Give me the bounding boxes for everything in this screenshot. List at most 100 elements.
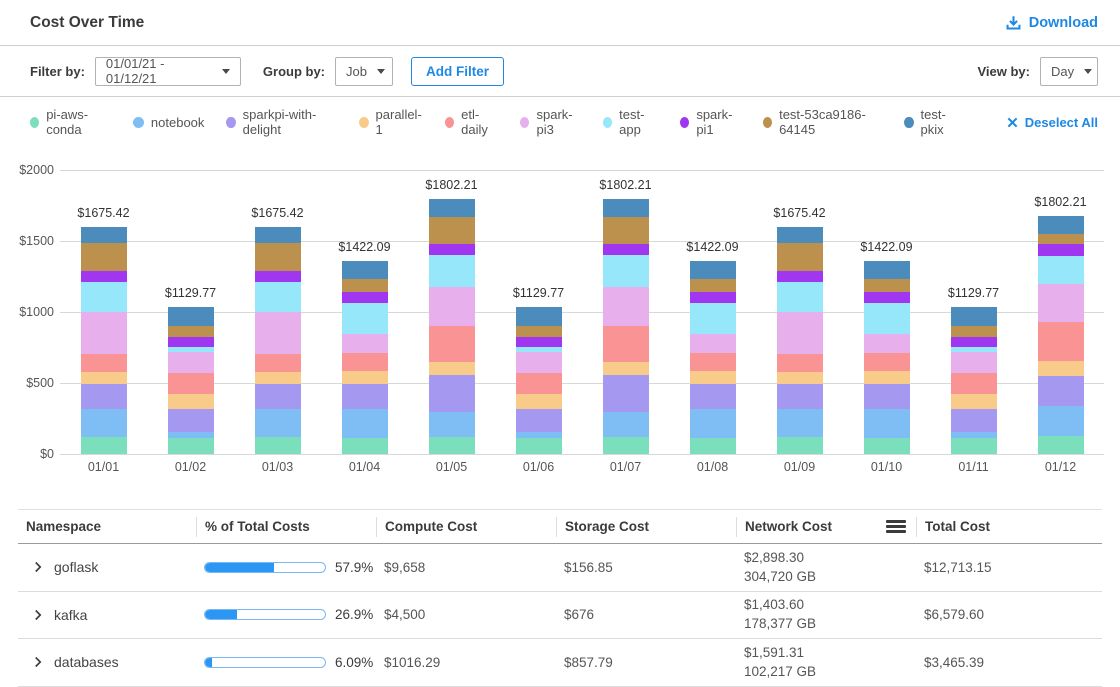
bar-segment-pi-aws-conda[interactable] bbox=[516, 438, 562, 454]
bar-segment-parallel-1[interactable] bbox=[81, 372, 127, 384]
bar-segment-notebook[interactable] bbox=[864, 409, 910, 438]
bar-segment-sparkpi-with-delight[interactable] bbox=[516, 409, 562, 432]
bar-segment-spark-pi3[interactable] bbox=[516, 352, 562, 373]
bar-segment-parallel-1[interactable] bbox=[951, 394, 997, 409]
legend-item[interactable]: etl-daily bbox=[445, 107, 498, 137]
legend-item[interactable]: test-app bbox=[603, 107, 658, 137]
stacked-bar[interactable] bbox=[603, 199, 649, 454]
bar-segment-spark-pi1[interactable] bbox=[1038, 244, 1084, 256]
bar-segment-spark-pi1[interactable] bbox=[168, 337, 214, 347]
bar-segment-spark-pi3[interactable] bbox=[951, 352, 997, 373]
bar-segment-pi-aws-conda[interactable] bbox=[429, 437, 475, 454]
bar-segment-sparkpi-with-delight[interactable] bbox=[342, 384, 388, 409]
date-range-select[interactable]: 01/01/21 - 01/12/21 bbox=[95, 57, 241, 86]
bar-segment-test-app[interactable] bbox=[603, 255, 649, 287]
bar-segment-spark-pi3[interactable] bbox=[1038, 284, 1084, 322]
stacked-bar[interactable] bbox=[516, 307, 562, 454]
bar-segment-test-pkix[interactable] bbox=[255, 227, 301, 244]
bar-segment-spark-pi3[interactable] bbox=[429, 287, 475, 326]
bar-segment-pi-aws-conda[interactable] bbox=[690, 438, 736, 454]
bar-segment-spark-pi3[interactable] bbox=[777, 312, 823, 354]
bar-segment-parallel-1[interactable] bbox=[603, 362, 649, 375]
bar-segment-spark-pi1[interactable] bbox=[864, 292, 910, 303]
stacked-bar[interactable] bbox=[255, 227, 301, 454]
bar-segment-pi-aws-conda[interactable] bbox=[255, 437, 301, 454]
bar-segment-test-app[interactable] bbox=[864, 303, 910, 334]
bar-segment-test-53ca9186-64145[interactable] bbox=[168, 326, 214, 337]
bar-segment-sparkpi-with-delight[interactable] bbox=[255, 384, 301, 410]
bar-segment-spark-pi3[interactable] bbox=[168, 352, 214, 373]
bar-segment-notebook[interactable] bbox=[342, 409, 388, 438]
bar-segment-spark-pi1[interactable] bbox=[81, 271, 127, 282]
bar-segment-parallel-1[interactable] bbox=[342, 371, 388, 384]
bar-segment-notebook[interactable] bbox=[603, 412, 649, 437]
bar-segment-test-pkix[interactable] bbox=[777, 227, 823, 244]
bar-segment-sparkpi-with-delight[interactable] bbox=[1038, 376, 1084, 406]
bar-segment-parallel-1[interactable] bbox=[777, 372, 823, 384]
legend-item[interactable]: notebook bbox=[133, 115, 205, 130]
bar-segment-etl-daily[interactable] bbox=[255, 354, 301, 372]
view-by-select[interactable]: Day bbox=[1040, 57, 1098, 86]
stacked-bar[interactable] bbox=[777, 227, 823, 454]
bar-segment-etl-daily[interactable] bbox=[429, 326, 475, 362]
bar-segment-test-53ca9186-64145[interactable] bbox=[81, 243, 127, 271]
deselect-all-button[interactable]: Deselect All bbox=[1007, 115, 1098, 130]
bar-segment-etl-daily[interactable] bbox=[516, 373, 562, 394]
bar-segment-pi-aws-conda[interactable] bbox=[864, 438, 910, 454]
bar-segment-sparkpi-with-delight[interactable] bbox=[168, 409, 214, 432]
bar-segment-test-pkix[interactable] bbox=[342, 261, 388, 279]
bar-segment-test-app[interactable] bbox=[1038, 256, 1084, 284]
expand-row-button[interactable] bbox=[32, 609, 44, 621]
bar-segment-parallel-1[interactable] bbox=[168, 394, 214, 409]
bar-segment-spark-pi1[interactable] bbox=[255, 271, 301, 282]
bar-segment-spark-pi1[interactable] bbox=[429, 244, 475, 255]
legend-item[interactable]: test-pkix bbox=[904, 107, 960, 137]
bar-segment-parallel-1[interactable] bbox=[516, 394, 562, 409]
stacked-bar[interactable] bbox=[864, 261, 910, 454]
bar-segment-notebook[interactable] bbox=[429, 412, 475, 437]
bar-segment-spark-pi3[interactable] bbox=[342, 334, 388, 353]
bar-segment-test-53ca9186-64145[interactable] bbox=[255, 243, 301, 271]
bar-segment-test-pkix[interactable] bbox=[81, 227, 127, 244]
bar-segment-notebook[interactable] bbox=[1038, 406, 1084, 436]
bar-segment-test-app[interactable] bbox=[777, 282, 823, 312]
menu-icon[interactable] bbox=[886, 520, 906, 533]
download-button[interactable]: Download bbox=[1005, 15, 1098, 31]
bar-segment-parallel-1[interactable] bbox=[429, 362, 475, 375]
bar-segment-test-pkix[interactable] bbox=[1038, 216, 1084, 234]
bar-segment-notebook[interactable] bbox=[81, 409, 127, 437]
bar-segment-test-pkix[interactable] bbox=[690, 261, 736, 279]
bar-segment-test-app[interactable] bbox=[255, 282, 301, 312]
bar-segment-test-app[interactable] bbox=[429, 255, 475, 287]
bar-segment-etl-daily[interactable] bbox=[690, 353, 736, 371]
bar-segment-spark-pi1[interactable] bbox=[951, 337, 997, 347]
bar-segment-etl-daily[interactable] bbox=[951, 373, 997, 394]
bar-segment-test-pkix[interactable] bbox=[603, 199, 649, 217]
bar-segment-spark-pi3[interactable] bbox=[81, 312, 127, 354]
bar-segment-test-pkix[interactable] bbox=[951, 307, 997, 326]
bar-segment-sparkpi-with-delight[interactable] bbox=[690, 384, 736, 409]
stacked-bar[interactable] bbox=[690, 261, 736, 454]
bar-segment-notebook[interactable] bbox=[255, 409, 301, 437]
bar-segment-etl-daily[interactable] bbox=[168, 373, 214, 394]
add-filter-button[interactable]: Add Filter bbox=[411, 57, 504, 86]
bar-segment-test-53ca9186-64145[interactable] bbox=[1038, 234, 1084, 244]
bar-segment-parallel-1[interactable] bbox=[864, 371, 910, 384]
legend-item[interactable]: parallel-1 bbox=[359, 107, 423, 137]
legend-item[interactable]: pi-aws-conda bbox=[30, 107, 111, 137]
group-by-select[interactable]: Job bbox=[335, 57, 393, 86]
bar-segment-etl-daily[interactable] bbox=[342, 353, 388, 371]
expand-row-button[interactable] bbox=[32, 656, 44, 668]
bar-segment-pi-aws-conda[interactable] bbox=[168, 438, 214, 454]
bar-segment-etl-daily[interactable] bbox=[864, 353, 910, 371]
bar-segment-test-53ca9186-64145[interactable] bbox=[603, 217, 649, 244]
bar-segment-test-53ca9186-64145[interactable] bbox=[429, 217, 475, 244]
stacked-bar[interactable] bbox=[81, 227, 127, 454]
bar-segment-sparkpi-with-delight[interactable] bbox=[603, 375, 649, 412]
bar-segment-etl-daily[interactable] bbox=[81, 354, 127, 372]
legend-item[interactable]: spark-pi1 bbox=[680, 107, 741, 137]
bar-segment-parallel-1[interactable] bbox=[1038, 361, 1084, 376]
bar-segment-sparkpi-with-delight[interactable] bbox=[951, 409, 997, 432]
bar-segment-test-53ca9186-64145[interactable] bbox=[864, 279, 910, 292]
bar-segment-spark-pi1[interactable] bbox=[516, 337, 562, 347]
